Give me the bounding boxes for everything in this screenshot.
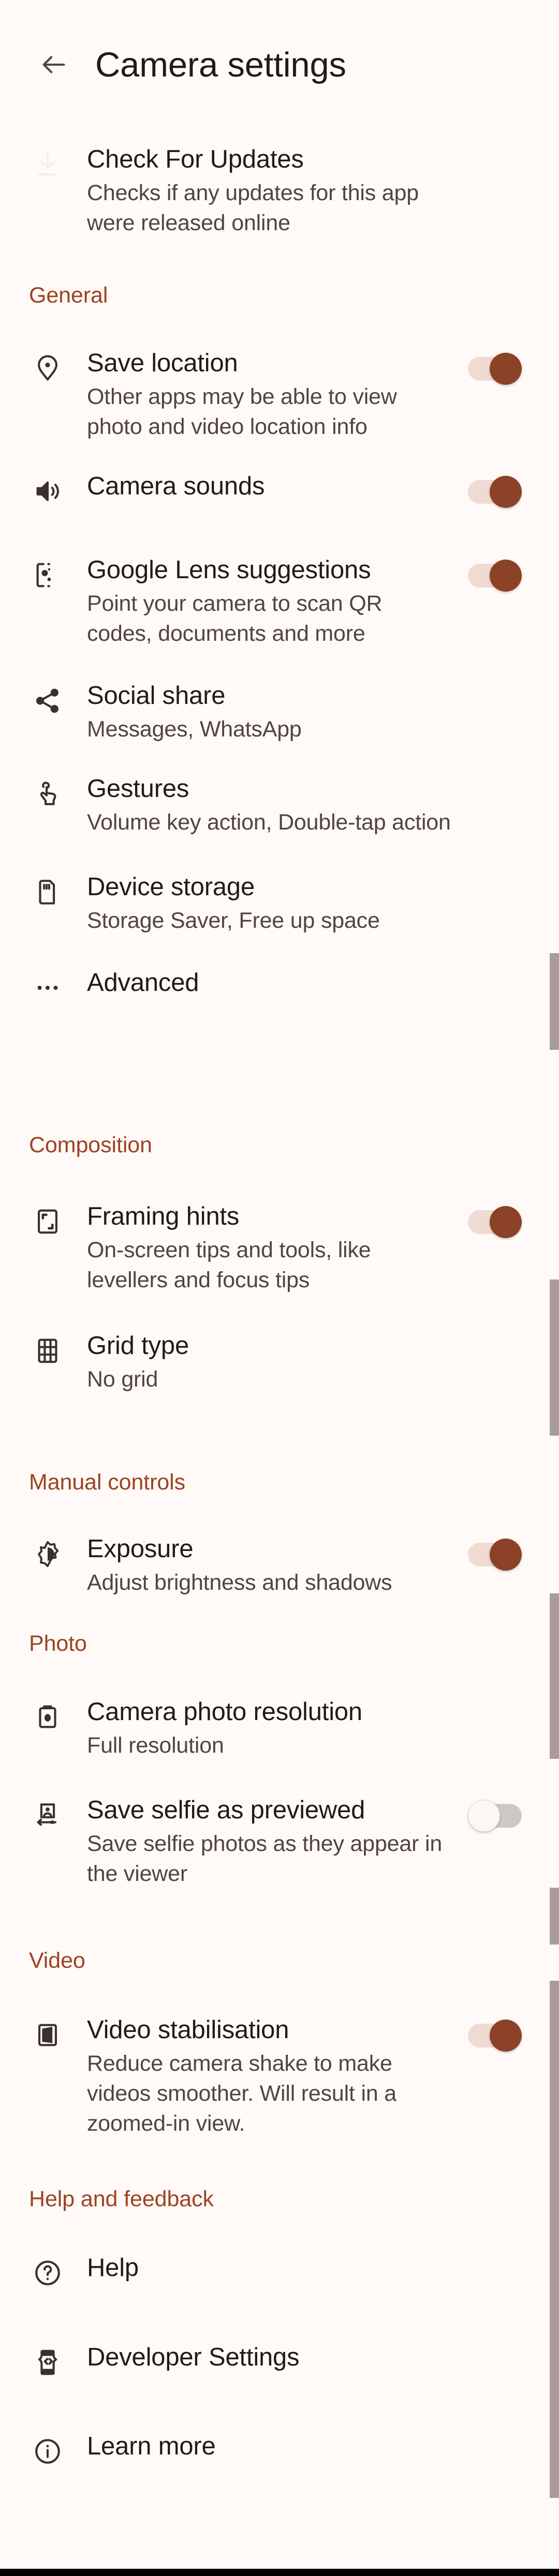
list-item-save-location[interactable]: Save location Other apps may be able to … (0, 348, 540, 442)
list-item-framing-hints[interactable]: Framing hints On-screen tips and tools, … (0, 1201, 540, 1295)
volume-up-icon (29, 473, 66, 510)
list-item-subtitle: Other apps may be able to view photo and… (87, 384, 397, 439)
scrollbar-thumb[interactable] (550, 1279, 559, 1436)
toggle-save-selfie-as-previewed[interactable] (468, 1800, 522, 1832)
list-item-title: Gestures (87, 775, 189, 803)
list-item-subtitle: Messages, WhatsApp (87, 717, 302, 742)
toggle-knob (490, 353, 522, 385)
toggle-knob (490, 560, 522, 592)
back-button[interactable] (29, 40, 79, 89)
list-item-device-storage[interactable]: Device storage Storage Saver, Free up sp… (0, 871, 540, 936)
list-item-title: Device storage (87, 873, 255, 901)
toggle-knob (468, 1800, 500, 1832)
list-item-subtitle: Volume key action, Double-tap action (87, 810, 451, 835)
list-item-developer-settings[interactable]: Developer Settings (0, 2342, 540, 2381)
scrollbar-thumb[interactable] (550, 1888, 559, 1945)
scrollbar-thumb[interactable] (550, 1981, 559, 2498)
list-item-learn-more[interactable]: Learn more (0, 2431, 540, 2470)
section-header-composition: Composition (29, 1133, 152, 1157)
list-item-google-lens-suggestions[interactable]: Google Lens suggestions Point your camer… (0, 554, 540, 649)
download-icon (29, 146, 66, 183)
video-stabilisation-icon (29, 2016, 66, 2054)
list-item-help[interactable]: Help (0, 2252, 540, 2292)
gesture-tap-icon (29, 775, 66, 812)
list-item-title: Learn more (87, 2432, 216, 2460)
selfie-flip-icon (29, 1797, 66, 1834)
toggle-knob (490, 476, 522, 508)
list-item-camera-sounds[interactable]: Camera sounds (0, 471, 540, 510)
list-item-title: Social share (87, 682, 226, 710)
section-header-photo: Photo (29, 1631, 87, 1656)
list-item-subtitle: Adjust brightness and shadows (87, 1570, 392, 1595)
section-header-video: Video (29, 1948, 85, 1973)
list-item-title: Save location (87, 349, 238, 377)
list-item-title: Check For Updates (87, 145, 304, 173)
sd-card-icon (29, 873, 66, 911)
help-circle-icon (29, 2254, 66, 2292)
scrollbar-thumb[interactable] (550, 1593, 559, 1759)
list-item-title: Video stabilisation (87, 2016, 289, 2044)
developer-code-icon (29, 2344, 66, 2381)
list-item-video-stabilisation[interactable]: Video stabilisation Reduce camera shake … (0, 2014, 540, 2138)
toggle-knob (490, 1539, 522, 1571)
list-item-title: Google Lens suggestions (87, 556, 371, 584)
toggle-exposure[interactable] (468, 1539, 522, 1571)
list-item-grid-type[interactable]: Grid type No grid (0, 1330, 540, 1394)
toggle-video-stabilisation[interactable] (468, 2020, 522, 2052)
list-item-social-share[interactable]: Social share Messages, WhatsApp (0, 680, 540, 744)
info-circle-icon (29, 2433, 66, 2470)
more-horizontal-icon (29, 969, 66, 1006)
list-item-check-for-updates[interactable]: Check For Updates Checks if any updates … (0, 144, 540, 238)
google-lens-icon (29, 556, 66, 594)
toggle-google-lens-suggestions[interactable] (468, 560, 522, 592)
list-item-save-selfie-as-previewed[interactable]: Save selfie as previewed Save selfie pho… (0, 1795, 540, 1889)
app-bar: Camera settings (0, 0, 559, 129)
list-item-title: Framing hints (87, 1202, 240, 1230)
list-item-title: Save selfie as previewed (87, 1796, 365, 1824)
list-item-title: Exposure (87, 1535, 194, 1563)
share-icon (29, 682, 66, 719)
list-item-subtitle: Reduce camera shake to make videos smoot… (87, 2051, 397, 2136)
toggle-camera-sounds[interactable] (468, 476, 522, 508)
list-item-title: Help (87, 2254, 139, 2282)
list-item-subtitle: Save selfie photos as they appear in the… (87, 1831, 443, 1886)
camera-photo-icon (29, 1698, 66, 1736)
toggle-knob (490, 1206, 522, 1238)
list-item-subtitle: Storage Saver, Free up space (87, 908, 380, 933)
exposure-icon (29, 1535, 66, 1573)
scrollbar-thumb[interactable] (550, 953, 559, 1050)
location-pin-icon (29, 350, 66, 387)
list-item-title: Camera sounds (87, 472, 265, 500)
list-item-title: Grid type (87, 1332, 189, 1360)
grid-icon (29, 1332, 66, 1369)
list-item-subtitle: Checks if any updates for this app were … (87, 180, 419, 235)
list-item-title: Camera photo resolution (87, 1698, 362, 1726)
toggle-framing-hints[interactable] (468, 1206, 522, 1238)
list-item-subtitle: No grid (87, 1367, 158, 1392)
list-item-camera-photo-resolution[interactable]: Camera photo resolution Full resolution (0, 1696, 540, 1760)
page-title: Camera settings (95, 45, 346, 84)
section-header-general: General (29, 283, 108, 308)
list-item-title: Advanced (87, 969, 199, 997)
list-item-gestures[interactable]: Gestures Volume key action, Double-tap a… (0, 773, 540, 837)
list-item-subtitle: On-screen tips and tools, like levellers… (87, 1238, 371, 1292)
toggle-knob (490, 2020, 522, 2052)
section-header-manual-controls: Manual controls (29, 1470, 186, 1495)
list-item-advanced[interactable]: Advanced (0, 967, 540, 1006)
section-header-help-and-feedback: Help and feedback (29, 2187, 214, 2211)
toggle-save-location[interactable] (468, 353, 522, 385)
arrow-back-icon (39, 50, 69, 80)
system-navigation-bar (0, 2569, 559, 2576)
list-item-subtitle: Full resolution (87, 1733, 224, 1758)
camera-settings-screen: Camera settings Check For Updates Checks… (0, 0, 559, 2576)
list-item-subtitle: Point your camera to scan QR codes, docu… (87, 591, 383, 646)
framing-hints-icon (29, 1203, 66, 1240)
list-item-exposure[interactable]: Exposure Adjust brightness and shadows (0, 1533, 540, 1598)
list-item-title: Developer Settings (87, 2343, 300, 2371)
